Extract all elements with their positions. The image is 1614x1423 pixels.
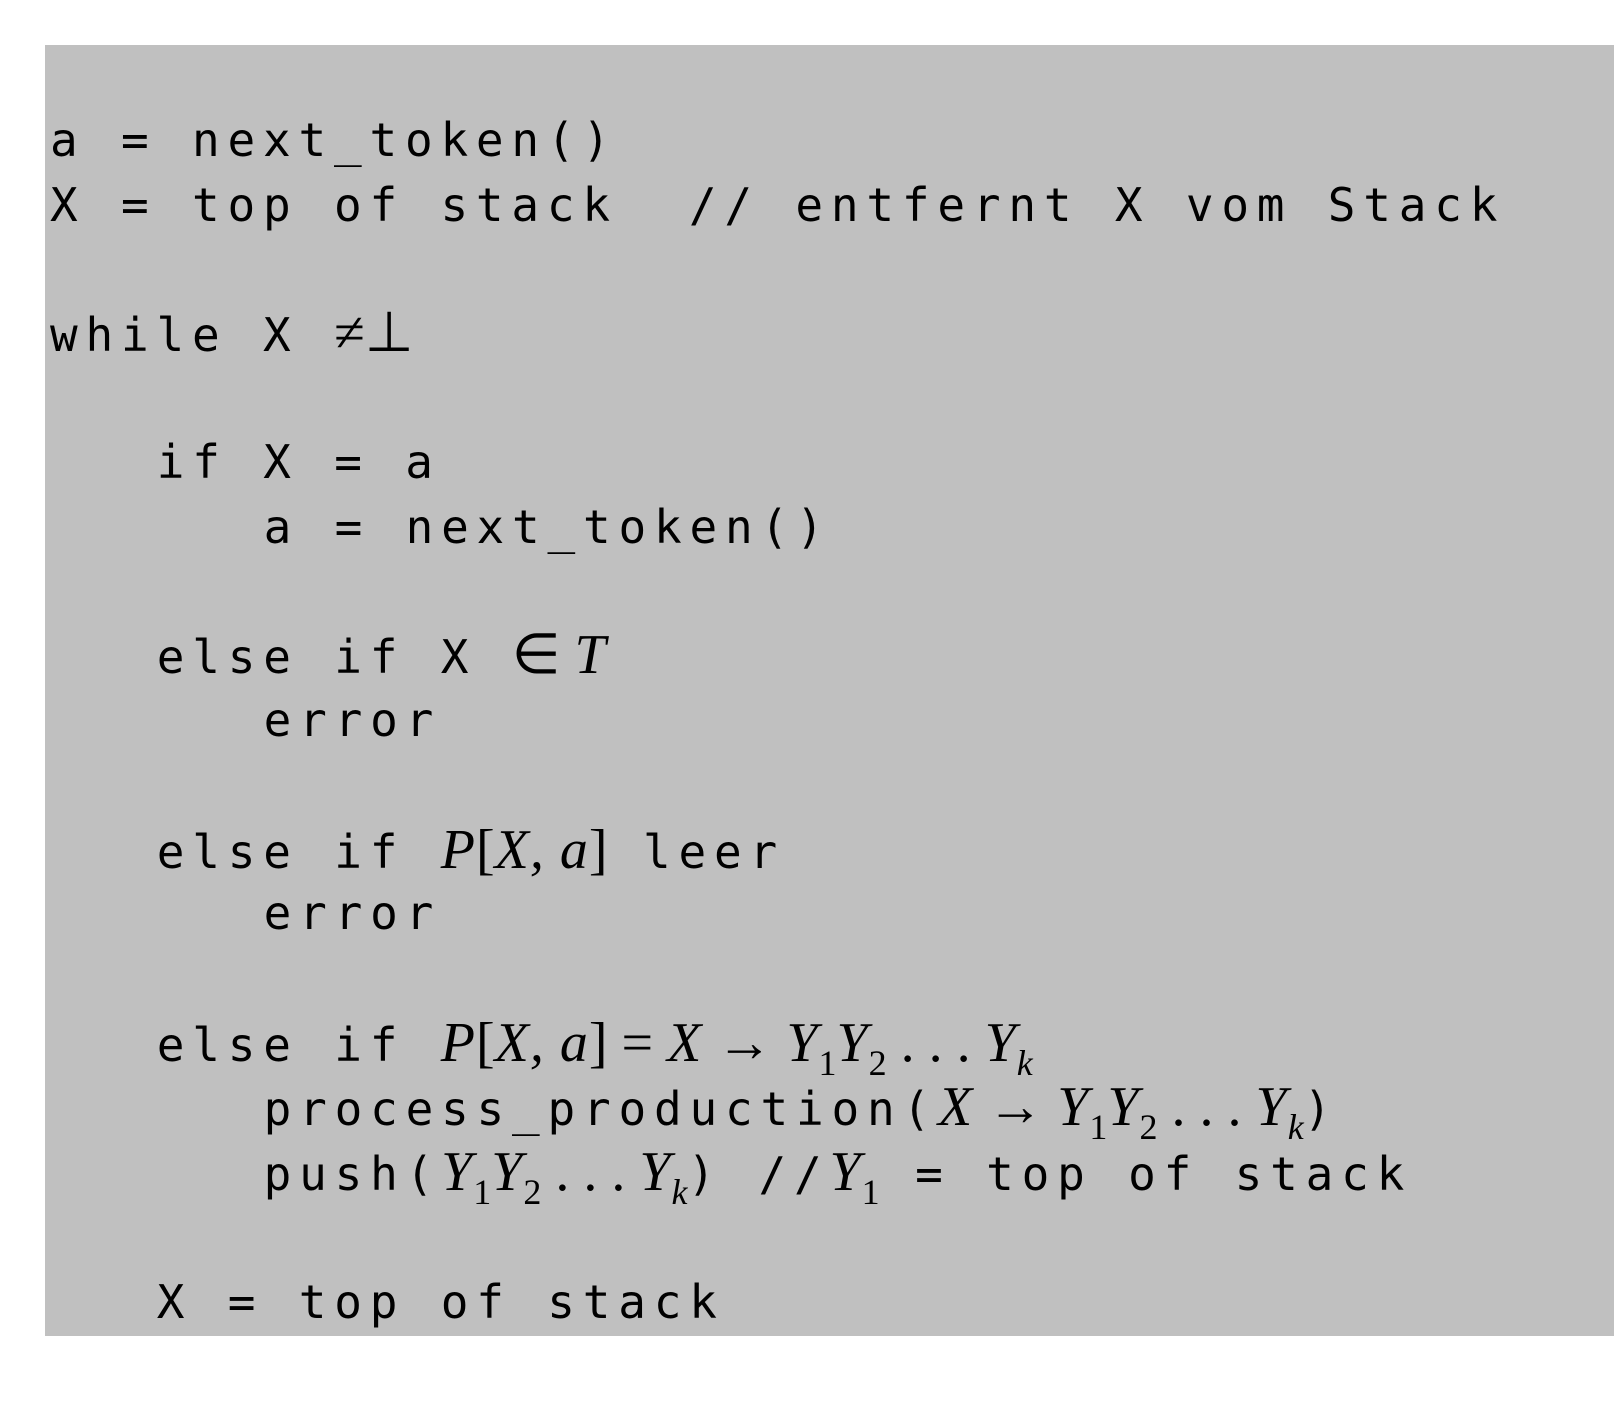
code-line: X = top of stack [157, 1270, 725, 1335]
math-expression: . . . [541, 1141, 640, 1203]
math-expression: ] [588, 819, 608, 881]
code-line: error [264, 881, 441, 946]
code-text: if X = a [156, 435, 441, 489]
math-expression: → [702, 1012, 787, 1074]
code-text: ) // [687, 1147, 830, 1201]
math-expression: Y [639, 1141, 672, 1203]
math-expression: . . . [1157, 1076, 1256, 1138]
math-expression: . . . [886, 1012, 985, 1074]
math-expression: Y [441, 1141, 474, 1203]
code-line: error [264, 688, 441, 753]
math-expression: Y [491, 1141, 524, 1203]
math-expression: [ [475, 819, 495, 881]
math-expression: 1 [861, 1172, 880, 1212]
code-text: else if X [156, 630, 512, 684]
code-line: while X ≠⊥ [50, 301, 413, 366]
code-line: process_production(X → Y1Y2 . . . Yk) [263, 1075, 1340, 1147]
code-text: a = next_token() [263, 500, 832, 554]
math-expression: → [973, 1076, 1058, 1138]
math-expression: P [440, 819, 476, 881]
code-text: error [263, 886, 442, 940]
code-line: else if P[X, a] = X → Y1Y2 . . . Yk [156, 1011, 1033, 1083]
code-line: X = top of stack // entfernt X vom Stack [50, 173, 1505, 238]
code-text: ) [1303, 1082, 1340, 1136]
code-text: a = next_token() [50, 113, 618, 167]
math-expression: Y [786, 1012, 819, 1074]
math-expression: k [671, 1172, 688, 1212]
math-expression: T [574, 624, 607, 686]
code-text: X = top of stack [156, 1275, 725, 1329]
math-expression: Y [1255, 1076, 1288, 1138]
code-text: error [263, 693, 442, 747]
math-expression: ∈ [511, 624, 575, 686]
code-text: else if [156, 1018, 441, 1072]
math-expression: ] = [588, 1012, 668, 1074]
code-text: X = top of stack // entfernt X vom Stack [50, 178, 1506, 232]
code-text: process_production( [263, 1082, 938, 1136]
math-expression: Y [1057, 1076, 1090, 1138]
code-line: a = next_token() [50, 108, 618, 173]
math-expression: Y [829, 1141, 862, 1203]
math-expression: ≠⊥ [333, 302, 414, 364]
code-text: push( [263, 1147, 442, 1201]
code-text: while X [50, 308, 334, 362]
code-listing: a = next_token() X = top of stack // entf… [45, 45, 1614, 1336]
math-expression: X [938, 1076, 974, 1138]
math-expression: X, a [494, 1012, 589, 1074]
code-text: else if [156, 825, 441, 879]
code-text: leer [607, 825, 785, 879]
math-expression: Y [836, 1012, 869, 1074]
math-expression: [ [475, 1012, 495, 1074]
code-line: if X = a [157, 430, 441, 495]
math-expression: Y [1107, 1076, 1140, 1138]
math-expression: Y [984, 1012, 1017, 1074]
code-line: push(Y1Y2 . . . Yk) //Y1 = top of stack [263, 1140, 1413, 1212]
code-text: = top of stack [879, 1147, 1413, 1201]
math-expression: X [667, 1012, 703, 1074]
math-expression: P [440, 1012, 476, 1074]
code-line: else if P[X, a] leer [157, 818, 785, 883]
math-expression: 2 [523, 1172, 542, 1212]
code-line: a = next_token() [264, 495, 832, 560]
math-expression: X, a [494, 819, 589, 881]
math-expression: 1 [473, 1172, 492, 1212]
code-line: else if X ∈ T [157, 623, 607, 688]
